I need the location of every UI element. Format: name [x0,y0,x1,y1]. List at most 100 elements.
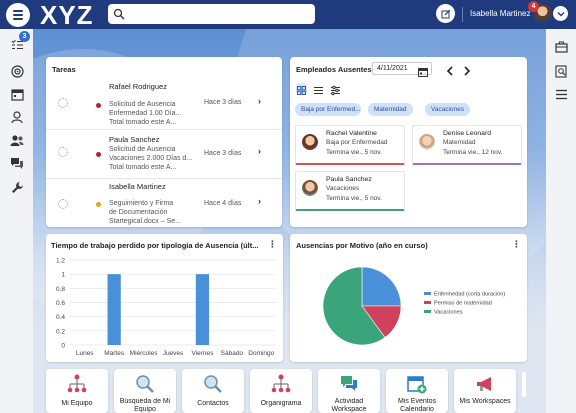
x-tick-label: Domingo [248,350,274,357]
more-options-icon[interactable]: ⋮ [268,239,277,250]
tile-my-workspaces[interactable]: Mis Workspaces [454,369,516,413]
filter-pill-sick-leave[interactable]: Baja por Enfermed... [295,103,361,116]
absence-reason: Baja por Enfermedad [326,139,388,146]
bar-chart: 0 0.2 0.4 0.6 0.8 1 1.2 Lunes Martes Miércoles Jue… [56,258,276,357]
pie-chart: Enfermedad (corta duración) Permiso de ma… [322,266,505,346]
user-menu-button[interactable] [553,6,568,21]
person-icon[interactable] [9,109,25,125]
tile-org-chart[interactable]: Organigrama [250,369,312,413]
absentees-card: Empleados Ausentes 4/11/2021 Baja por En… [290,57,527,227]
people-icon[interactable] [9,132,25,148]
tasks-title: Tareas [52,65,76,74]
x-tick-label: Viernes [191,350,214,357]
search-icon [136,375,154,393]
y-tick-label: 0.6 [56,300,65,307]
y-tick-label: 0.8 [56,286,65,293]
org-chart-icon [67,374,87,393]
employee-name: Denise Leonard [443,130,491,137]
bar [107,274,121,345]
sliders-icon [331,85,340,96]
tiles-scrollbar[interactable] [522,372,526,397]
tile-my-team[interactable]: Mi Equipo [46,369,108,413]
list-view-button[interactable] [313,83,324,101]
tile-label: Mi Equipo [61,400,93,407]
loading-icon [58,199,68,209]
task-line: de Documentación [109,209,168,216]
task-item[interactable]: Paula Sanchez Solicitud de Ausencia Vaca… [46,130,282,179]
bar [195,274,210,345]
filter-pill-maternity[interactable]: Maternidad [368,103,413,116]
search-icon [204,375,222,393]
tile-label: Mis Eventos Calendario [397,398,437,413]
user-name[interactable]: Isabella Martinez [470,9,530,19]
chevron-down-icon [557,11,564,16]
task-time: Hace 4 días [204,200,242,207]
grid-icon [297,86,306,95]
tile-calendar-events[interactable]: Mis Eventos Calendario [386,369,448,413]
chevron-left-icon[interactable] [446,63,454,81]
chat-bubbles-icon [341,376,357,391]
tile-label: Mis Workspaces [459,398,511,405]
task-requester: Isabella Martinez [109,182,166,191]
y-tick-label: 1 [61,272,65,279]
task-line: Total tomado este A... [109,119,177,126]
legend-swatch [424,310,431,313]
tile-contacts[interactable]: Contactos [182,369,244,413]
briefcase-icon[interactable] [553,39,569,55]
absent-employee-card[interactable]: Denise Leonard Maternidad Termina vie., … [412,125,522,165]
target-icon[interactable] [9,63,25,79]
pie-slice [361,266,402,307]
reasons-chart-card: Ausencias por Motivo (año en curso) ⋮ En… [290,234,527,362]
more-options-icon[interactable]: ⋮ [512,239,521,250]
x-tick-label: Martes [104,350,125,357]
calendar-icon[interactable] [9,86,25,102]
absence-end: Termina vie., 5 nov. [326,195,382,202]
list-icon[interactable] [553,86,569,102]
x-tick-label: Lunes [76,350,94,357]
lost-time-chart-card: Tiempo de trabajo perdido por tipología … [46,234,283,362]
task-line: Startegical.docx – Se... [109,218,181,225]
menu-button[interactable] [6,3,30,27]
loading-icon [58,98,68,108]
calendar-plus-icon [407,376,427,394]
filter-pill-vacation[interactable]: Vacaciones [425,103,471,116]
absent-employee-card[interactable]: Rachel Valentine Baja por Enfermedad Ter… [295,125,405,165]
list-icon [314,87,323,94]
search-input[interactable] [108,4,315,24]
wrench-icon[interactable] [9,179,25,195]
chevron-right-icon[interactable]: › [258,146,261,156]
chevron-right-icon[interactable]: › [258,96,261,106]
chat-icon[interactable] [9,155,25,171]
tile-label: Contactos [197,400,229,407]
tile-workspace-activity[interactable]: Actividad Workspace [318,369,380,413]
task-requester: Rafael Rodriguez [109,82,167,91]
x-tick-label: Jueves [163,350,184,357]
task-requester: Paula Sanchez [109,135,160,144]
employee-photo [302,180,318,196]
tile-label: Búsqueda de Mi Equipo [119,398,171,413]
chevron-right-icon[interactable]: › [258,196,261,206]
absent-employee-card[interactable]: Paula Sanchez Vacaciones Termina vie., 5… [295,171,405,211]
y-tick-label: 0.2 [56,328,65,335]
edit-button[interactable] [436,4,455,23]
tasks-badge: 3 [19,31,30,42]
grid-view-button[interactable] [296,83,307,95]
y-tick-label: 0 [61,343,65,350]
absence-reason: Maternidad [443,139,476,146]
notification-badge[interactable]: 4 [528,1,539,12]
task-item[interactable]: Isabella Martinez Seguimiento y Firma de… [46,179,282,227]
tile-team-search[interactable]: Búsqueda de Mi Equipo [114,369,176,413]
task-line: Solicitud de Ausencia [109,146,176,153]
search-list-icon[interactable] [553,63,569,79]
chevron-right-icon[interactable] [463,63,471,81]
task-line: Enfermedad 1.00 Día... [109,110,182,117]
x-tick-label: Miércoles [130,350,159,357]
absence-reason: Vacaciones [326,185,360,192]
status-dot [96,152,101,157]
calendar-icon[interactable] [418,64,428,82]
y-tick-label: 0.4 [56,314,65,321]
filter-settings-button[interactable] [330,83,341,101]
task-item[interactable]: Rafael Rodriguez Solicitud de Ausencia E… [46,81,282,130]
task-time: Hace 3 días [204,150,242,157]
tile-label: Actividad Workspace [331,398,367,413]
